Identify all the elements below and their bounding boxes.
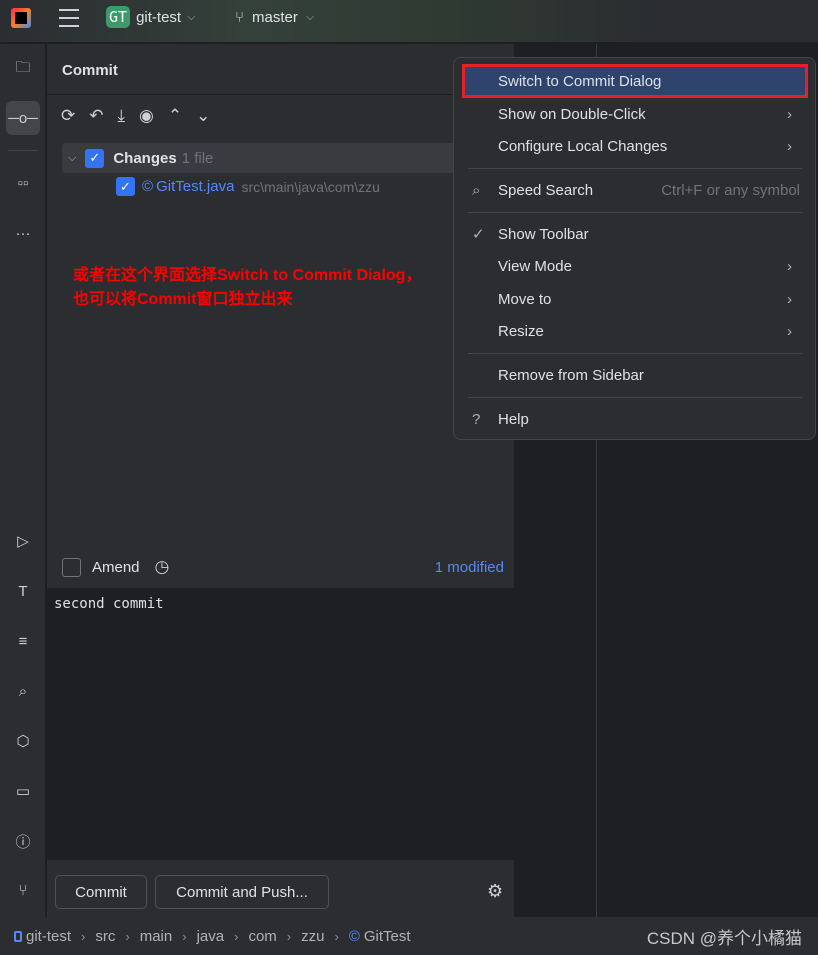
problems-icon[interactable]: ⓘ <box>6 824 40 858</box>
changes-label: Changes <box>113 149 177 167</box>
commit-button[interactable]: Commit <box>55 875 147 909</box>
branch-selector[interactable]: ⑂ master ⌵ <box>235 9 314 26</box>
app-logo-icon[interactable] <box>11 8 31 28</box>
expand-all-icon[interactable]: ⌃ <box>168 106 182 126</box>
build-hammer-icon[interactable]: T <box>6 574 40 608</box>
menu-label: Move to <box>498 290 552 308</box>
amend-label: Amend <box>92 558 140 576</box>
project-folder-icon[interactable]: 🗀 <box>6 52 40 86</box>
annotation-line-2: 也可以将Commit窗口独立出来 <box>73 291 293 308</box>
chevron-right-icon: › <box>787 105 792 123</box>
breadcrumb-item[interactable]: zzu <box>301 928 324 945</box>
search-icon: ⌕ <box>472 181 481 199</box>
menu-item-show-on-double-click[interactable]: Show on Double-Click › <box>464 99 806 129</box>
branch-icon: ⑂ <box>235 9 245 26</box>
chevron-right-icon: › <box>787 290 792 308</box>
breadcrumb-item[interactable]: git-test <box>26 928 71 945</box>
title-bar: GT git-test ⌵ ⑂ master ⌵ <box>0 0 818 43</box>
menu-item-show-toolbar[interactable]: ✓ Show Toolbar <box>464 219 806 249</box>
menu-label: Configure Local Changes <box>498 137 668 155</box>
menu-label: Remove from Sidebar <box>498 366 644 384</box>
annotation-line-1: 或者在这个界面选择Switch to Commit Dialog， <box>73 267 422 284</box>
breadcrumb-item[interactable]: GitTest <box>364 928 411 945</box>
menu-label: Switch to Commit Dialog <box>498 72 662 90</box>
changes-group-row[interactable]: ⌵ ✓ Changes 1 file <box>62 143 514 173</box>
project-selector[interactable]: GT git-test ⌵ <box>106 6 195 28</box>
java-class-icon: © <box>348 927 360 945</box>
settings-gear-icon[interactable]: ⚙ <box>487 881 503 902</box>
preview-eye-icon[interactable]: ◉ <box>139 106 154 126</box>
breadcrumb-item[interactable]: com <box>248 928 276 945</box>
java-class-icon: © <box>142 178 154 195</box>
file-name: GitTest.java <box>156 178 235 195</box>
checkmark-icon: ✓ <box>472 226 485 243</box>
module-icon <box>14 930 22 942</box>
terminal-icon[interactable]: ▭ <box>6 774 40 808</box>
chevron-right-icon: › <box>787 137 792 155</box>
help-question-icon: ? <box>472 410 481 428</box>
changes-checkbox[interactable]: ✓ <box>85 148 105 168</box>
changes-count: 1 file <box>181 149 214 167</box>
file-row[interactable]: ✓ © GitTest.java src\main\java\com\zzu <box>116 177 380 196</box>
status-bar-breadcrumb: git-test › src › main › java › com › zzu › © G… <box>0 917 818 955</box>
branch-name: master <box>252 9 298 26</box>
main-menu-icon[interactable] <box>59 9 79 27</box>
annotation: 或者在这个界面选择Switch to Commit Dialog， 也可以将Co… <box>73 264 421 312</box>
services-icon[interactable]: ⬡ <box>6 724 40 758</box>
chevron-down-icon: ⌵ <box>187 10 196 23</box>
shortcut: Ctrl+F or any symbol <box>661 181 800 199</box>
collapse-all-icon[interactable]: ⌄ <box>196 106 210 126</box>
divider <box>8 150 38 151</box>
menu-item-configure-local-changes[interactable]: Configure Local Changes › <box>464 131 806 161</box>
chevron-right-icon: › <box>787 257 792 275</box>
breadcrumb-item[interactable]: src <box>95 928 115 945</box>
breadcrumb-item[interactable]: java <box>197 928 225 945</box>
menu-item-resize[interactable]: Resize › <box>464 316 806 346</box>
rollback-icon[interactable]: ↶ <box>89 106 103 126</box>
menu-item-speed-search[interactable]: ⌕ Speed Search Ctrl+F or any symbol <box>464 175 806 205</box>
structure-icon[interactable]: ▫▫ <box>6 166 40 200</box>
run-icon[interactable]: ▷ <box>6 524 40 558</box>
amend-checkbox[interactable] <box>62 557 81 577</box>
modified-link[interactable]: 1 modified <box>435 559 504 576</box>
project-badge: GT <box>106 6 131 28</box>
commit-message-text: second commit <box>54 596 164 612</box>
history-clock-icon[interactable]: ◷ <box>155 557 170 577</box>
git-icon[interactable]: ⑂ <box>6 873 40 907</box>
context-menu: Switch to Commit Dialog Show on Double-C… <box>453 57 816 440</box>
menu-item-move-to[interactable]: Move to › <box>464 284 806 314</box>
watermark: CSDN @养个小橘猫 <box>646 928 802 948</box>
menu-item-remove-from-sidebar[interactable]: Remove from Sidebar <box>464 360 806 390</box>
menu-label: Show on Double-Click <box>498 105 646 123</box>
menu-item-view-mode[interactable]: View Mode › <box>464 251 806 281</box>
commit-icon[interactable]: ─o─ <box>6 101 40 135</box>
update-icon[interactable]: ⤓ <box>118 106 126 126</box>
breadcrumb-item[interactable]: main <box>140 928 173 945</box>
chevron-right-icon: › <box>787 322 792 340</box>
file-path: src\main\java\com\zzu <box>241 178 380 195</box>
file-checkbox[interactable]: ✓ <box>116 177 135 196</box>
menu-label: View Mode <box>498 257 572 275</box>
refresh-icon[interactable]: ⟳ <box>61 106 75 126</box>
tool-window-bar: 🗀 ─o─ ▫▫ ··· ▷ T ≡ ⌕ ⬡ ▭ ⓘ ⑂ <box>0 44 46 917</box>
menu-label: Help <box>498 410 529 428</box>
menu-item-help[interactable]: ? Help <box>464 404 806 434</box>
search-icon[interactable]: ⌕ <box>6 674 40 708</box>
commit-panel: Commit ⟳ ↶ ⤓ ◉ ⌃ ⌄ ⌵ ✓ Changes 1 file ✓ … <box>47 44 514 917</box>
chevron-down-icon[interactable]: ⌵ <box>68 152 76 165</box>
project-name: git-test <box>136 8 182 26</box>
panel-title: Commit <box>62 62 118 79</box>
menu-label: Resize <box>498 322 544 340</box>
menu-label: Speed Search <box>498 181 594 199</box>
chevron-down-icon: ⌵ <box>305 11 315 23</box>
menu-item-switch-to-commit-dialog[interactable]: Switch to Commit Dialog <box>462 64 808 98</box>
commit-message-input[interactable]: second commit <box>47 588 514 860</box>
menu-label: Show Toolbar <box>498 225 589 243</box>
more-icon[interactable]: ··· <box>6 216 40 250</box>
commit-and-push-button[interactable]: Commit and Push... <box>155 875 329 909</box>
todo-list-icon[interactable]: ≡ <box>6 624 40 658</box>
